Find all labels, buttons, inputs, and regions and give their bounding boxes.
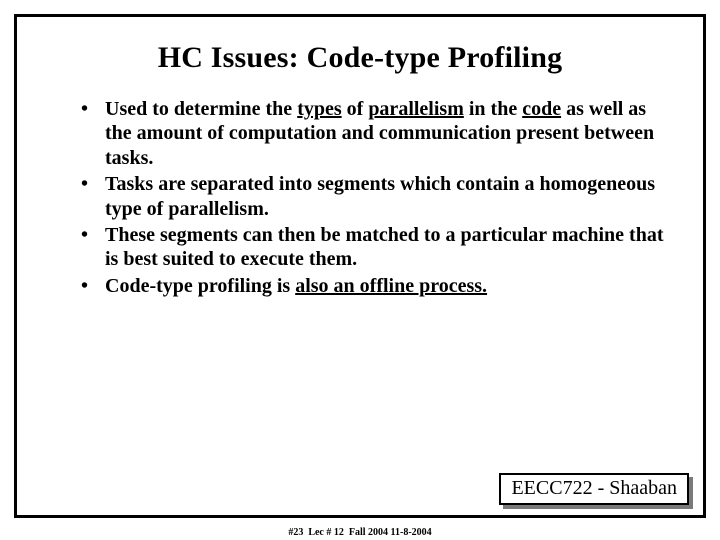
bullet-text: Used to determine the (105, 98, 297, 120)
bullet-underline: parallelism (368, 98, 464, 120)
bullet-item: Tasks are separated into segments which … (77, 172, 673, 221)
bullet-text: These segments can then be matched to a … (105, 224, 663, 270)
footer-date: 11-8-2004 (391, 527, 432, 538)
footer-meta: #23 Lec # 12 Fall 2004 11-8-2004 (0, 527, 720, 538)
footer-lecture: Lec # 12 (308, 527, 344, 538)
slide-title: HC Issues: Code-type Profiling (17, 41, 703, 75)
bullet-text: Code-type profiling is (105, 275, 295, 297)
course-badge: EECC722 - Shaaban (499, 473, 689, 505)
bullet-text: in the (464, 98, 522, 120)
course-badge-label: EECC722 - Shaaban (499, 473, 689, 505)
bullet-underline: types (297, 98, 341, 120)
bullet-item: Used to determine the types of paralleli… (77, 97, 673, 170)
bullet-underline: code (522, 98, 561, 120)
bullet-text: Tasks are separated into segments which … (105, 173, 655, 219)
bullet-text: of (342, 98, 369, 120)
slide-frame: HC Issues: Code-type Profiling Used to d… (14, 14, 706, 518)
bullet-list: Used to determine the types of paralleli… (17, 97, 703, 298)
bullet-item: Code-type profiling is also an offline p… (77, 274, 673, 298)
footer-term: Fall 2004 (349, 527, 388, 538)
bullet-underline: also an offline process. (295, 275, 487, 297)
footer-slide-number: #23 (288, 527, 303, 538)
bullet-item: These segments can then be matched to a … (77, 223, 673, 272)
